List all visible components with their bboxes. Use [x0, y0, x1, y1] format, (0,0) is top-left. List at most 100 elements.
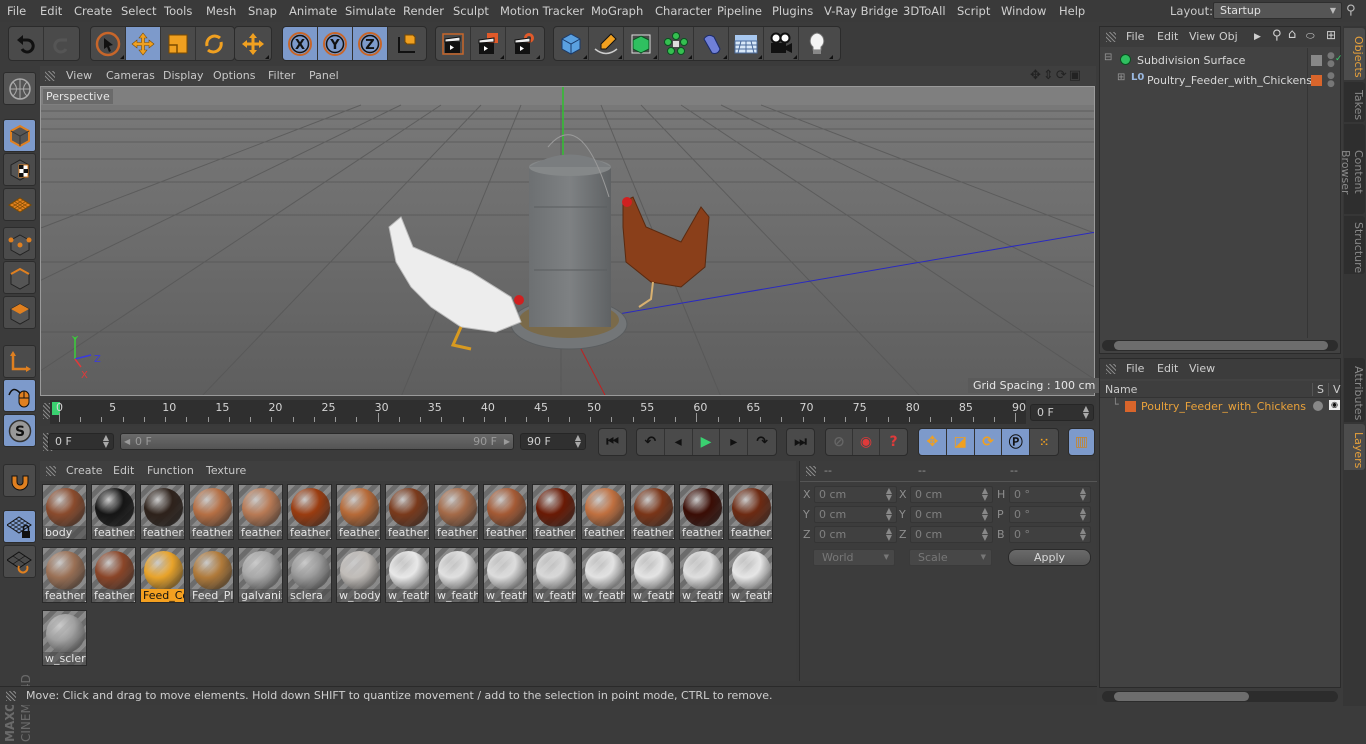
material-label[interactable]: galvaniz — [239, 589, 282, 602]
spinner-icon[interactable]: ▲ ▼ — [1080, 507, 1086, 522]
rotation-h-field[interactable]: 0 ° ▲ ▼ — [1009, 486, 1091, 503]
material-swatch[interactable]: feathers — [238, 484, 283, 540]
move-icon[interactable] — [126, 27, 161, 60]
current-frame-field[interactable]: 0 F ▲ ▼ — [1030, 404, 1094, 421]
material-label[interactable]: w_feath — [729, 589, 772, 602]
menu-tools[interactable]: Tools — [164, 4, 192, 18]
material-swatch[interactable]: feathers — [140, 484, 185, 540]
menu-file[interactable]: File — [7, 4, 26, 18]
material-swatch[interactable]: feather_ — [42, 547, 87, 603]
tweak-mode-icon[interactable] — [3, 379, 36, 412]
eye-visible-icon[interactable]: ◉ — [1329, 400, 1340, 410]
render-settings-icon[interactable] — [506, 27, 541, 60]
menu-render[interactable]: Render — [403, 4, 444, 18]
material-label[interactable]: feather_ — [288, 526, 331, 539]
spinner-icon[interactable]: ▲ ▼ — [982, 507, 988, 522]
menu-plugins[interactable]: Plugins — [772, 4, 813, 18]
frame-range-slider[interactable]: ◀ 0 F 90 F ▶ — [120, 433, 514, 450]
material-swatch[interactable]: feather_ — [679, 484, 724, 540]
menu-edit[interactable]: Edit — [40, 4, 62, 18]
object-row[interactable]: ⊟ Subdivision Surface — [1101, 52, 1307, 71]
material-swatch[interactable]: feather_ — [287, 484, 332, 540]
material-label[interactable]: feather_ — [337, 526, 380, 539]
panel-grip-icon[interactable] — [46, 466, 56, 476]
material-label[interactable]: w_feath — [484, 589, 527, 602]
material-swatch[interactable]: feather_ — [483, 484, 528, 540]
menu-simulate[interactable]: Simulate — [345, 4, 396, 18]
material-label[interactable]: w_sclera — [43, 652, 86, 665]
menu-help[interactable]: Help — [1059, 4, 1085, 18]
go-to-start-icon[interactable]: ⏮ — [599, 429, 626, 455]
spinner-icon[interactable]: ▲ ▼ — [982, 487, 988, 502]
material-label[interactable]: feather_ — [582, 526, 625, 539]
size-mode-dropdown[interactable]: Scale ▼ — [909, 549, 992, 566]
material-label[interactable]: w_feath — [680, 589, 723, 602]
menu-window[interactable]: Window — [1001, 4, 1046, 18]
object-name[interactable]: Poultry_Feeder_with_Chickens — [1147, 74, 1312, 87]
position-x-field[interactable]: 0 cm ▲ ▼ — [814, 486, 897, 503]
key-scale-icon[interactable]: ◪ — [946, 429, 975, 455]
material-menu-texture[interactable]: Texture — [206, 464, 246, 477]
pan-icon[interactable]: ✥ — [1030, 68, 1043, 83]
size-z-field[interactable]: 0 cm ▲ ▼ — [910, 526, 993, 543]
object-menu-view[interactable]: View — [1189, 30, 1215, 43]
layer-menu-file[interactable]: File — [1126, 362, 1144, 375]
object-row[interactable]: ⊞ L0 Poultry_Feeder_with_Chickens — [1101, 72, 1312, 91]
material-swatch[interactable]: w_feath — [434, 547, 479, 603]
cube-icon[interactable] — [554, 27, 589, 60]
play-icon[interactable]: ▶ — [693, 429, 721, 455]
material-swatch[interactable]: w_feath — [483, 547, 528, 603]
undo-icon[interactable] — [9, 27, 44, 60]
layer-menu-edit[interactable]: Edit — [1157, 362, 1178, 375]
tab-attributes[interactable]: Attributes — [1344, 358, 1365, 422]
camera-label[interactable]: Perspective — [43, 89, 113, 104]
search-icon[interactable]: ⚲ — [1346, 3, 1356, 18]
material-swatch[interactable]: w_feath — [385, 547, 430, 603]
menu-v-ray-bridge[interactable]: V-Ray Bridge — [824, 4, 898, 18]
layer-menu-view[interactable]: View — [1189, 362, 1215, 375]
material-swatch[interactable]: Feed_Co — [140, 547, 185, 603]
material-label[interactable]: w_feath — [435, 589, 478, 602]
viewport-menu-display[interactable]: Display — [163, 69, 204, 82]
object-menu-file[interactable]: File — [1126, 30, 1144, 43]
material-swatch[interactable]: body — [42, 484, 87, 540]
layer-tag-icon[interactable] — [1311, 55, 1322, 66]
material-swatch[interactable]: feather_ — [728, 484, 773, 540]
collapse-icon[interactable]: ⊟ — [1104, 52, 1112, 63]
3d-viewport[interactable]: Y Z X — [40, 86, 1095, 396]
spinner-icon[interactable]: ▲ ▼ — [886, 527, 892, 542]
key-parameter-icon[interactable]: Ⓟ — [1002, 429, 1031, 455]
record-disabled-icon[interactable]: ⊘ — [826, 429, 854, 455]
next-frame-icon[interactable]: ▸ — [720, 429, 749, 455]
make-editable-icon[interactable] — [3, 72, 36, 105]
redo-icon[interactable] — [44, 27, 79, 60]
material-swatch[interactable]: w_feath — [728, 547, 773, 603]
menu-select[interactable]: Select — [121, 4, 156, 18]
viewport-menu-filter[interactable]: Filter — [268, 69, 295, 82]
object-name[interactable]: Subdivision Surface — [1137, 54, 1245, 67]
spinner-icon[interactable]: ▲ ▼ — [886, 507, 892, 522]
maximize-view-icon[interactable]: ▣ — [1069, 68, 1083, 83]
material-swatch[interactable]: w_feath — [532, 547, 577, 603]
material-label[interactable]: feathers — [92, 526, 135, 539]
layer-row[interactable]: └ Poultry_Feeder_with_Chickens ◉ — [1100, 398, 1340, 415]
key-rotation-icon[interactable]: ⟳ — [974, 429, 1003, 455]
solo-column-header[interactable]: S — [1312, 383, 1324, 396]
material-label[interactable]: Feed_Co — [141, 589, 184, 602]
end-frame-field[interactable]: 90 F ▲ ▼ — [520, 433, 586, 450]
orbit-icon[interactable]: ⟳ — [1056, 68, 1069, 83]
menu-3dtoall[interactable]: 3DToAll — [903, 4, 946, 18]
menu-script[interactable]: Script — [957, 4, 990, 18]
range-left-arrow-icon[interactable]: ◀ — [124, 437, 130, 446]
position-z-field[interactable]: 0 cm ▲ ▼ — [814, 526, 897, 543]
material-swatch[interactable]: feather_ — [434, 484, 479, 540]
material-swatch[interactable]: w_sclera — [42, 610, 87, 666]
key-point-level-icon[interactable]: ⁙ — [1030, 429, 1058, 455]
keyframe-selection-icon[interactable]: ? — [880, 429, 907, 455]
search-icon[interactable]: ⚲ — [1272, 28, 1282, 43]
go-to-end-icon[interactable]: ⏭ — [787, 429, 814, 455]
viewport-menu-view[interactable]: View — [66, 69, 92, 82]
layer-name[interactable]: Poultry_Feeder_with_Chickens — [1141, 400, 1306, 413]
workplane-mode-icon[interactable] — [3, 188, 36, 221]
material-label[interactable]: feathers — [190, 526, 233, 539]
